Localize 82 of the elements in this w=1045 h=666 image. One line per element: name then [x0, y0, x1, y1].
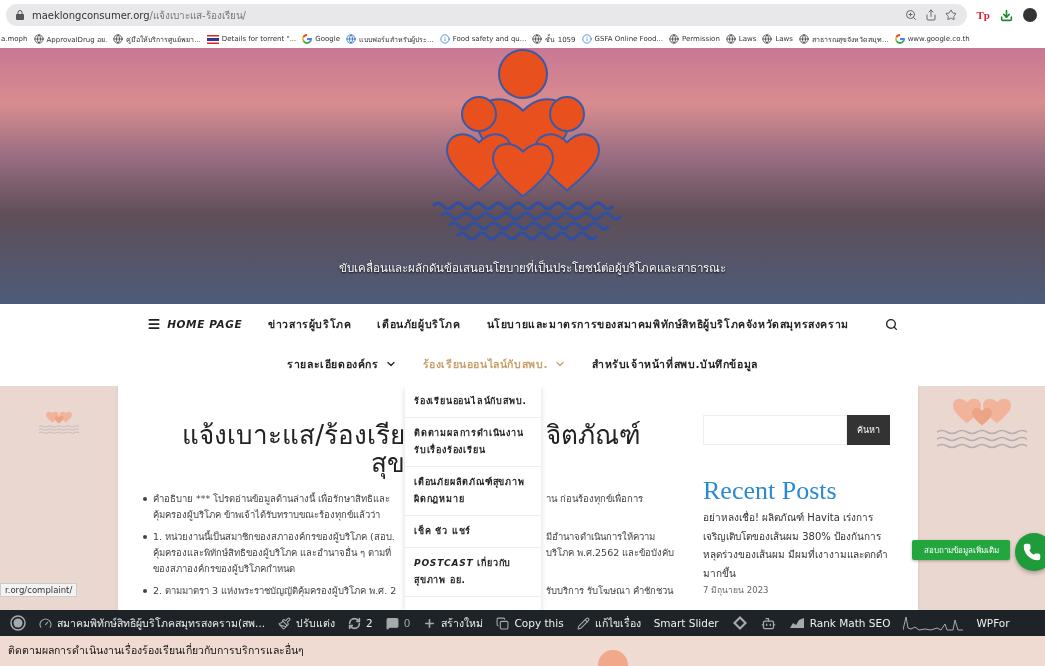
extension-button[interactable]: Tp — [976, 9, 990, 21]
zoom-icon[interactable] — [904, 9, 917, 21]
body-text: ของสภาองค์กรของผู้บริโภคกำหนด — [152, 562, 295, 577]
globe-icon — [532, 34, 543, 44]
page-title: จิตภัณฑ์ — [545, 421, 642, 449]
download-icon[interactable] — [1000, 8, 1013, 22]
menu-item[interactable]: เตือนภัยผลิตภัณฑ์สุขภาพผิดกฎหมาย — [405, 467, 541, 516]
page-title: สุข — [370, 449, 405, 481]
refresh-icon — [348, 616, 362, 630]
nav-link[interactable]: สำหรับเจ้าหน้าที่สพบ.บันทึกข้อมูล — [592, 355, 758, 373]
flag-icon — [206, 34, 219, 44]
body-text: มีอำนาจดำเนินการให้ความ — [545, 530, 656, 544]
phone-button[interactable] — [1015, 533, 1045, 571]
toolbar-item[interactable]: 2 — [348, 616, 373, 630]
url-text: maeklongconsumer.org/แจ้งเบาะแส-ร้องเรียน/ — [32, 8, 247, 23]
toolbar-item[interactable]: สร้างใหม่ — [423, 614, 484, 632]
widget-heading: Recent Posts — [703, 477, 838, 505]
body-text: คุ้มครองผู้บริโภค ข้าพเจ้าได้รับทราบขณะร้องทุกข์แล้วว่า — [152, 508, 381, 523]
globe-icon — [669, 34, 680, 44]
nav-link[interactable]: ข่าวสารผู้บริโภค — [268, 315, 352, 333]
globe-icon — [33, 34, 44, 44]
toolbar-item[interactable]: 0 — [385, 616, 411, 630]
body-text: บริโภค พ.ศ.2562 และข้อบังคับ — [545, 546, 676, 560]
pencil-icon — [576, 616, 590, 630]
bar-chart-icon — [788, 617, 805, 629]
post-date: 7 มิถุนายน 2023 — [703, 584, 770, 597]
lock-icon — [16, 10, 24, 20]
notice-text: ติดตามผลการดำเนินงานเรื่องร้องเรียนเกี่ยวกับการบริการและอื่นๆ — [8, 644, 304, 656]
toolbar-item[interactable]: WPFor — [976, 617, 1010, 629]
google-icon — [894, 34, 905, 44]
toolbar-item[interactable]: แก้ไขเรื่อง — [576, 614, 641, 632]
body-text: คุ้มครองและพิทักษ์สิทธิของผู้บริโภค และอำนาจอื่น ๆ ตามที่ — [152, 545, 392, 561]
info-icon — [581, 34, 592, 44]
menu-item[interactable]: ร้องเรียนออนไลน์กับสพบ. — [405, 386, 541, 418]
info-icon — [439, 34, 450, 44]
globe-icon — [798, 34, 809, 44]
phone-icon — [1023, 543, 1041, 561]
brush-icon — [278, 616, 292, 630]
menu-item[interactable]: เช็ค ชัว แชร์ — [405, 516, 541, 548]
plus-icon — [423, 616, 437, 630]
comment-icon — [385, 616, 399, 630]
copy-icon — [496, 616, 510, 630]
bullet-icon — [143, 497, 147, 501]
post-link[interactable]: อย่าหลงเชื่อ! ผลิตภัณฑ์ Havita เร่งการเจริญเติบโตของเส้นผม 380% ป้องกันการหลุดร่วงของเส้นผม มีผมที่เงางามและดกดำมากขึ้น — [703, 509, 890, 583]
share-icon[interactable] — [924, 9, 937, 21]
menu-item[interactable]: ติดตามผลการดำเนินงานรับเรื่องร้องเรียน — [405, 418, 541, 467]
toolbar-item[interactable]: Copy this — [496, 616, 564, 630]
nav-link[interactable]: HOME PAGE — [167, 318, 243, 330]
sparkline-chart — [903, 615, 964, 631]
robot-icon[interactable] — [760, 615, 776, 631]
nav-link[interactable]: รายละเอียดองค์กร — [287, 355, 397, 373]
profile-avatar[interactable] — [1023, 8, 1037, 22]
menu-icon[interactable] — [147, 317, 162, 331]
body-text: 2. ตามมาตรา 3 แห่งพระราชบัญญัติคุ้มครองผู้บริโภค พ.ศ. 2 — [153, 584, 397, 599]
status-url: r.org/complaint/ — [0, 583, 78, 597]
hero-tagline: ขับเคลื่อนและผลักดันข้อเสนอนโยบายที่เป็นประโยชน์ต่อผู้บริโภคและสาธารณะ — [338, 259, 726, 277]
nav-link[interactable]: นโยบายและมาตรการของสมาคมพิทักษ์สิทธิผู้บริโภคจังหวัดสมุทรสงคราม — [486, 315, 849, 333]
toolbar-item[interactable]: สมาคมพิทักษ์สิทธิผู้บริโภคสมุทรสงคราม(สพ... — [39, 614, 266, 632]
bullet-icon — [143, 589, 147, 593]
bullet-icon — [143, 535, 147, 539]
address-bar[interactable]: maeklongconsumer.org/แจ้งเบาะแส-ร้องเรียน/ — [6, 4, 967, 26]
page-title: แจ้งเบาะแส/ร้องเรีย — [181, 419, 405, 449]
body-text: รับบริการ รับโฆษณา คำชักชวน — [545, 584, 675, 598]
toolbar-item[interactable]: ปรับแต่ง — [278, 614, 336, 632]
toolbar-item[interactable]: Rank Math SEO — [788, 617, 891, 629]
globe-icon — [346, 34, 356, 44]
body-text: 1. หน่วยงานนี้เป็นสมาชิกของสภาองค์กรของผู้บริโภค (สอบ. — [153, 529, 395, 545]
body-text: าน ก่อนร้องทุกข์เพื่อการ — [545, 491, 645, 507]
body-text: คำอธิบาย *** โปรดอ่านข้อมูลด้านล่างนี้ เพื่อรักษาสิทธิและ — [153, 491, 391, 507]
globe-icon — [725, 34, 736, 44]
dashboard-icon — [39, 616, 52, 630]
search-icon[interactable] — [884, 317, 898, 331]
search-button[interactable]: ค้นหา — [847, 415, 890, 445]
diamond-icon[interactable] — [731, 615, 748, 631]
globe-icon — [113, 34, 124, 44]
nav-link[interactable]: เตือนภัยผู้บริโภค — [377, 315, 461, 333]
menu-item[interactable]: POSTCAST เกี่ยวกับสุขภาพ อย. — [405, 548, 541, 597]
google-icon — [302, 34, 313, 44]
toolbar-item[interactable]: Smart Slider — [653, 617, 719, 629]
search-field[interactable] — [703, 415, 847, 445]
globe-icon — [762, 34, 773, 44]
star-icon[interactable] — [944, 9, 957, 21]
